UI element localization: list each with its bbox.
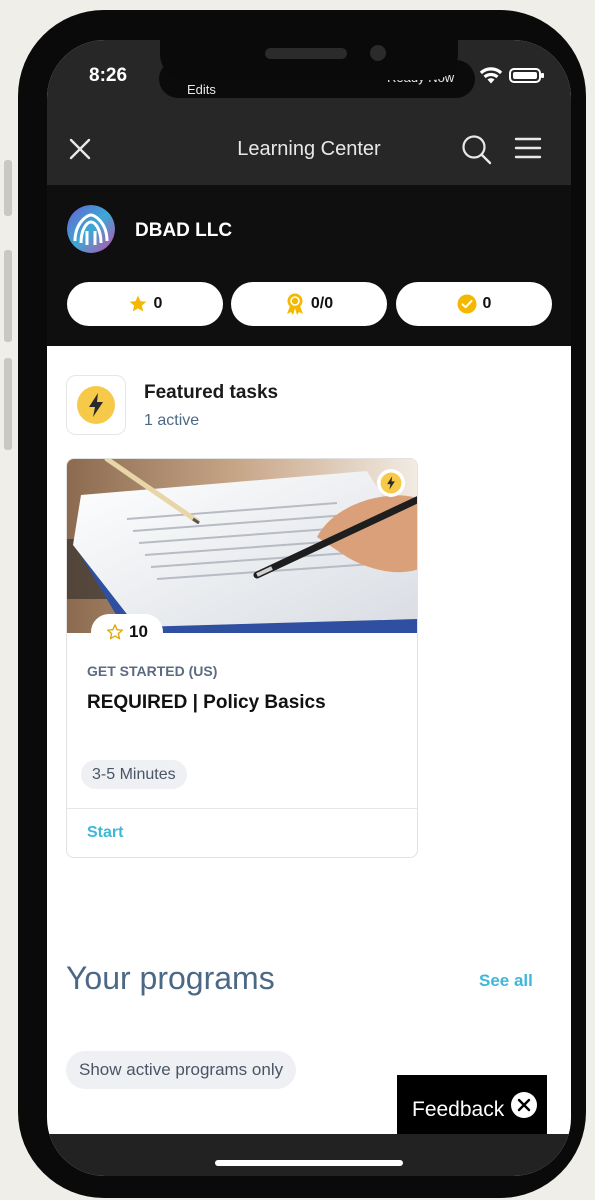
- task-duration-chip: 3-5 Minutes: [81, 760, 187, 789]
- start-task-button[interactable]: Start: [87, 824, 123, 842]
- phone-screen: 8:26 Edits Ready Now Learning Center: [47, 40, 571, 1176]
- card-divider: [67, 808, 417, 809]
- volume-down-button: [4, 358, 12, 450]
- featured-tasks-icon-tile: [66, 375, 126, 435]
- badges-stat-value: 0/0: [310, 295, 334, 312]
- task-points: 10: [91, 614, 163, 650]
- home-indicator-area: [47, 1134, 571, 1176]
- featured-tasks-title: Featured tasks: [144, 382, 279, 403]
- search-icon[interactable]: [461, 134, 493, 166]
- feedback-button[interactable]: Feedback: [397, 1075, 547, 1135]
- activity-left-text: Edits: [187, 82, 216, 97]
- task-points-value: 10: [129, 622, 148, 641]
- featured-tasks-count: 1 active: [144, 412, 200, 429]
- programs-section-title: Your programs: [66, 960, 275, 996]
- home-indicator[interactable]: [215, 1160, 403, 1166]
- task-title[interactable]: REQUIRED | Policy Basics: [87, 692, 326, 714]
- front-camera: [370, 45, 386, 61]
- organization-logo: [67, 205, 115, 253]
- speaker-grille: [265, 48, 347, 59]
- completed-stat-value: 0: [482, 295, 492, 312]
- status-time: 8:26: [89, 65, 128, 86]
- points-stat-value: 0: [153, 295, 163, 312]
- task-category: GET STARTED (US): [87, 663, 218, 679]
- see-all-programs-link[interactable]: See all: [479, 971, 533, 991]
- star-icon: [129, 295, 146, 312]
- completed-stat-button[interactable]: 0: [396, 282, 552, 326]
- close-feedback-icon[interactable]: [511, 1092, 537, 1118]
- wifi-icon: [479, 67, 503, 84]
- account-header: DBAD LLC 0 0/0 0: [47, 185, 571, 346]
- silent-switch: [4, 160, 12, 216]
- badges-stat-button[interactable]: 0/0: [231, 282, 387, 326]
- camera-notch: [160, 10, 458, 80]
- points-stat-button[interactable]: 0: [67, 282, 223, 326]
- feedback-label: Feedback: [412, 1098, 505, 1121]
- lightning-icon: [380, 472, 402, 494]
- battery-icon: [509, 68, 544, 83]
- task-card-image: [67, 459, 417, 633]
- organization-name: DBAD LLC: [135, 220, 233, 241]
- app-header: Learning Center: [47, 112, 571, 185]
- star-outline-icon: [107, 624, 123, 640]
- lightning-icon: [77, 386, 115, 424]
- active-programs-filter-chip[interactable]: Show active programs only: [66, 1051, 297, 1089]
- featured-badge: [377, 469, 405, 497]
- check-circle-icon: [457, 294, 477, 314]
- task-card[interactable]: 10 GET STARTED (US) REQUIRED | Policy Ba…: [66, 458, 418, 858]
- volume-up-button: [4, 250, 12, 342]
- badge-icon: [286, 293, 303, 315]
- menu-icon[interactable]: [514, 136, 542, 160]
